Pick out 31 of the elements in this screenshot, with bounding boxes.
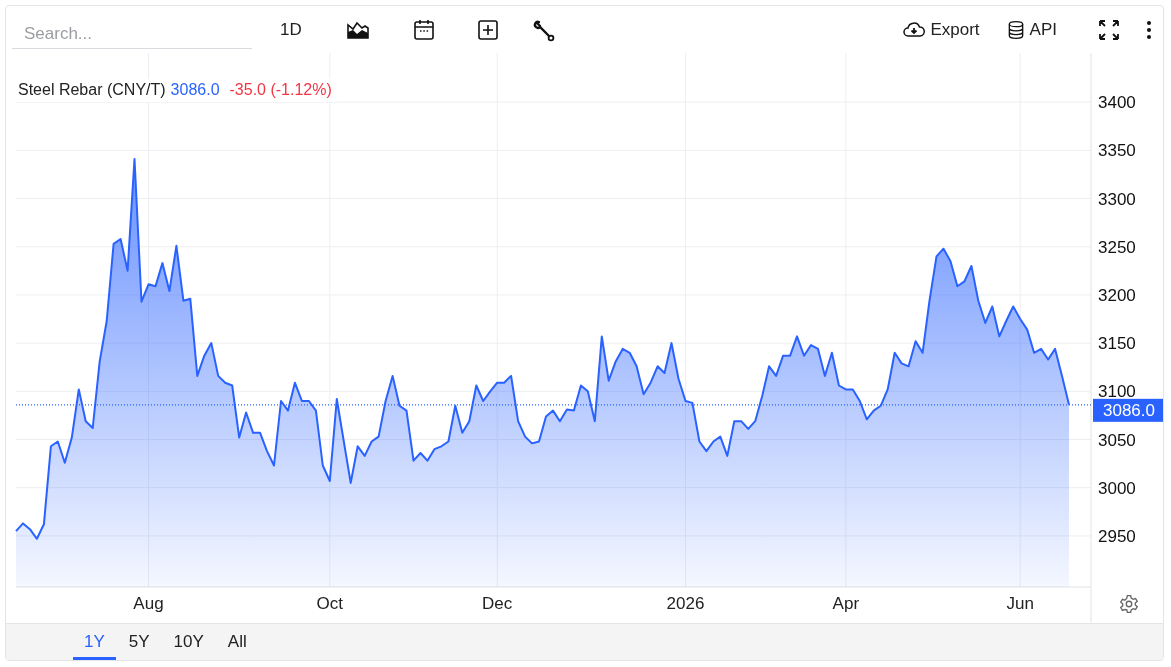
calendar-icon[interactable] (411, 17, 436, 42)
range-tab[interactable]: 5Y (117, 626, 161, 660)
range-tab[interactable]: All (216, 626, 258, 660)
x-axis-label: 2026 (666, 594, 705, 613)
y-axis-label: 2950 (1098, 526, 1136, 546)
range-tab[interactable]: 10Y (162, 626, 215, 660)
export-button[interactable]: Export (898, 15, 984, 44)
y-axis-label: 3000 (1098, 478, 1136, 498)
price-change: -35.0 (-1.12%) (229, 81, 332, 99)
last-price: 3086.0 (170, 81, 220, 99)
price-tag: 3086.0 (1093, 398, 1163, 422)
y-axis-label: 3400 (1098, 93, 1136, 113)
x-axis-label: Jun (1006, 594, 1034, 613)
x-axis-label: Apr (832, 594, 860, 613)
add-icon[interactable] (475, 17, 500, 42)
x-axis-label: Aug (133, 594, 164, 613)
y-axis-label: 3200 (1098, 285, 1136, 305)
range-tab[interactable]: 1Y (73, 626, 116, 660)
y-axis-label: 3250 (1098, 237, 1136, 257)
x-axis-label: Oct (316, 594, 344, 613)
y-axis-label: 3300 (1098, 189, 1136, 209)
settings-icon[interactable] (1119, 594, 1139, 614)
api-button[interactable]: API (1001, 15, 1061, 44)
instrument-name: Steel Rebar (CNY/T) (18, 81, 166, 99)
fullscreen-icon[interactable] (1097, 17, 1121, 42)
ref-line-label: 3086.0 (1103, 400, 1155, 420)
interval-button[interactable]: 1D (276, 17, 306, 42)
y-axis-label: 3050 (1098, 430, 1136, 450)
y-axis-label: 3350 (1098, 141, 1136, 161)
y-axis-label: 3150 (1098, 334, 1136, 354)
x-axis-label: Dec (482, 594, 513, 613)
